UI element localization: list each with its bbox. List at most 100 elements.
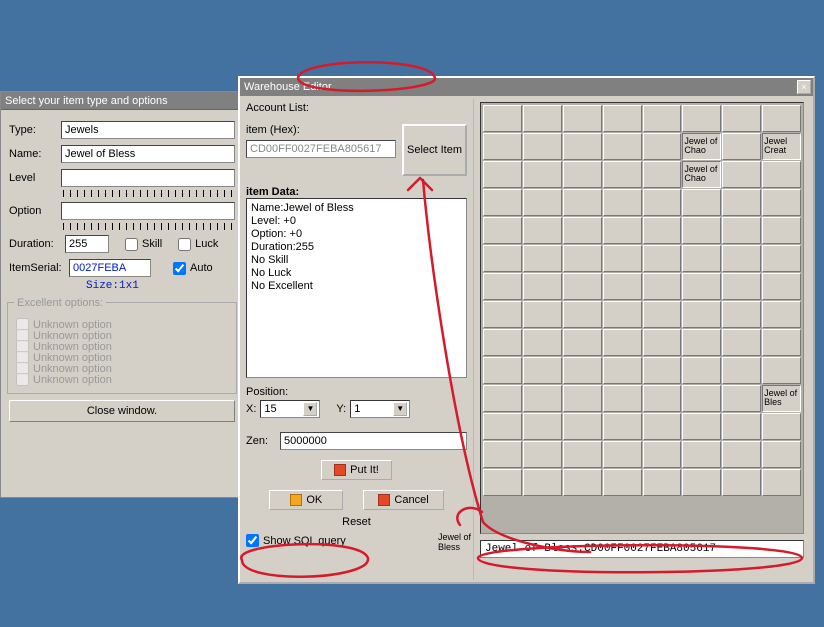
close-icon[interactable]: × <box>797 80 811 94</box>
grid-cell[interactable] <box>563 469 602 496</box>
grid-cell[interactable] <box>682 413 721 440</box>
grid-cell[interactable] <box>722 413 761 440</box>
grid-cell[interactable] <box>483 189 522 216</box>
grid-cell[interactable] <box>682 105 721 132</box>
grid-cell[interactable] <box>682 301 721 328</box>
chevron-down-icon[interactable]: ▼ <box>303 402 317 416</box>
show-sql-checkbox[interactable] <box>246 534 259 547</box>
grid-cell[interactable] <box>762 301 801 328</box>
grid-cell[interactable] <box>603 441 642 468</box>
grid-cell[interactable] <box>722 357 761 384</box>
grid-cell[interactable] <box>762 357 801 384</box>
grid-cell[interactable] <box>762 245 801 272</box>
grid-cell[interactable] <box>722 133 761 160</box>
grid-cell[interactable] <box>643 189 682 216</box>
grid-cell[interactable]: Jewel Creat <box>762 133 801 160</box>
grid-cell[interactable] <box>643 413 682 440</box>
grid-cell[interactable] <box>523 329 562 356</box>
grid-cell[interactable]: Jewel of Chao <box>682 133 721 160</box>
grid-cell[interactable] <box>722 189 761 216</box>
grid-cell[interactable] <box>722 301 761 328</box>
grid-cell[interactable] <box>643 385 682 412</box>
grid-cell[interactable] <box>603 161 642 188</box>
grid-cell[interactable] <box>682 217 721 244</box>
grid-cell[interactable] <box>682 245 721 272</box>
skill-checkbox[interactable] <box>125 238 138 251</box>
grid-cell[interactable] <box>603 217 642 244</box>
cancel-button[interactable]: Cancel <box>363 490 443 510</box>
grid-cell[interactable] <box>603 105 642 132</box>
grid-cell[interactable] <box>762 469 801 496</box>
grid-cell[interactable] <box>563 133 602 160</box>
grid-cell[interactable] <box>563 105 602 132</box>
zen-input[interactable] <box>280 432 467 450</box>
ok-button[interactable]: OK <box>269 490 343 510</box>
grid-cell[interactable] <box>603 385 642 412</box>
grid-cell[interactable] <box>643 329 682 356</box>
grid-cell[interactable] <box>643 161 682 188</box>
grid-cell[interactable] <box>563 301 602 328</box>
grid-cell[interactable] <box>603 189 642 216</box>
grid-cell[interactable] <box>682 357 721 384</box>
grid-cell[interactable] <box>523 441 562 468</box>
grid-cell[interactable] <box>563 413 602 440</box>
grid-cell[interactable] <box>483 385 522 412</box>
grid-cell[interactable] <box>483 245 522 272</box>
grid-cell[interactable] <box>563 357 602 384</box>
size-link[interactable]: Size:1x1 <box>86 280 243 296</box>
put-it-button[interactable]: Put It! <box>321 460 392 480</box>
close-window-button[interactable]: Close window. <box>9 400 235 422</box>
grid-cell[interactable] <box>722 441 761 468</box>
grid-cell[interactable] <box>682 189 721 216</box>
grid-cell[interactable] <box>603 357 642 384</box>
grid-cell[interactable] <box>483 105 522 132</box>
grid-cell[interactable] <box>563 273 602 300</box>
grid-cell[interactable] <box>483 273 522 300</box>
grid-cell[interactable] <box>523 217 562 244</box>
grid-cell[interactable] <box>722 329 761 356</box>
grid-cell[interactable] <box>762 161 801 188</box>
grid-cell[interactable] <box>523 161 562 188</box>
grid-cell[interactable] <box>563 245 602 272</box>
grid-cell[interactable] <box>603 413 642 440</box>
grid-cell[interactable] <box>762 441 801 468</box>
grid-cell[interactable] <box>603 469 642 496</box>
grid-cell[interactable] <box>762 329 801 356</box>
grid-cell[interactable] <box>722 385 761 412</box>
grid-cell[interactable] <box>563 385 602 412</box>
grid-cell[interactable] <box>762 413 801 440</box>
grid-cell[interactable] <box>762 189 801 216</box>
grid-cell[interactable] <box>643 245 682 272</box>
grid-cell[interactable] <box>483 301 522 328</box>
grid-cell[interactable] <box>603 273 642 300</box>
auto-checkbox[interactable] <box>173 262 186 275</box>
grid-cell[interactable] <box>483 441 522 468</box>
grid-cell[interactable] <box>722 469 761 496</box>
grid-cell[interactable] <box>483 329 522 356</box>
grid-cell[interactable] <box>722 245 761 272</box>
grid-cell[interactable] <box>563 189 602 216</box>
reset-link[interactable]: Reset <box>246 516 467 528</box>
grid-cell[interactable] <box>483 413 522 440</box>
grid-cell[interactable] <box>563 161 602 188</box>
grid-cell[interactable] <box>523 245 562 272</box>
grid-cell[interactable] <box>523 469 562 496</box>
luck-checkbox[interactable] <box>178 238 191 251</box>
name-input[interactable] <box>61 145 235 163</box>
select-item-button[interactable]: Select Item <box>402 124 467 176</box>
grid-cell[interactable] <box>722 161 761 188</box>
grid-cell[interactable] <box>722 105 761 132</box>
grid-cell[interactable] <box>603 245 642 272</box>
grid-cell[interactable] <box>523 385 562 412</box>
grid-cell[interactable] <box>762 105 801 132</box>
y-select[interactable]: 1 ▼ <box>350 400 410 418</box>
grid-cell[interactable] <box>523 133 562 160</box>
grid-cell[interactable] <box>682 273 721 300</box>
grid-cell[interactable] <box>643 301 682 328</box>
grid-cell[interactable] <box>682 469 721 496</box>
grid-cell[interactable] <box>563 217 602 244</box>
itemserial-input[interactable] <box>69 259 151 277</box>
grid-cell[interactable] <box>483 133 522 160</box>
grid-cell[interactable] <box>722 217 761 244</box>
grid-cell[interactable] <box>643 105 682 132</box>
